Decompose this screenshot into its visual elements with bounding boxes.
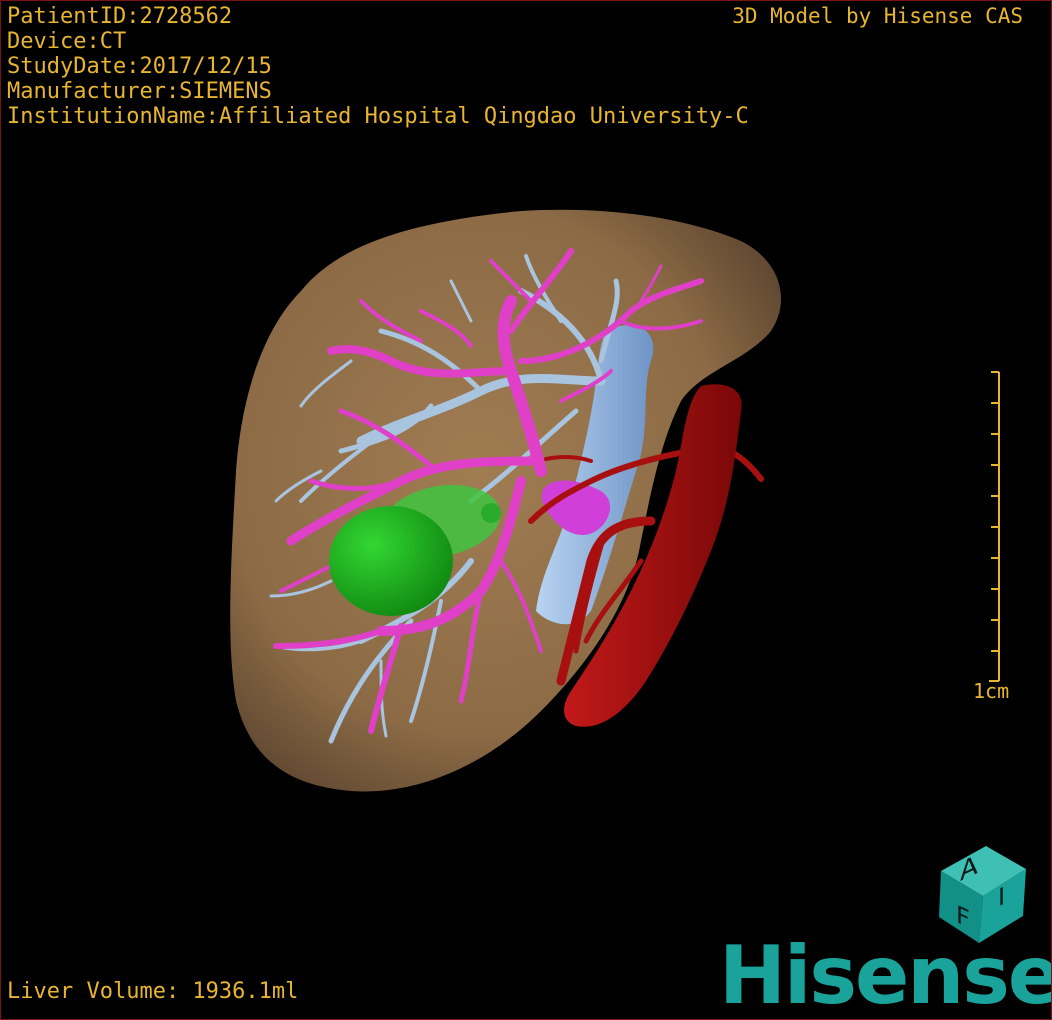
study-date: StudyDate:2017/12/15 bbox=[7, 54, 272, 79]
scale-bar-label: 1cm bbox=[973, 679, 1010, 703]
manufacturer: Manufacturer:SIEMENS bbox=[7, 79, 272, 104]
3d-viewport[interactable]: PatientID:2728562 Device:CT StudyDate:2017… bbox=[0, 0, 1052, 1020]
study-info-panel: PatientID:2728562 Device:CT StudyDate:2017… bbox=[7, 4, 749, 129]
scale-bar bbox=[989, 371, 1000, 682]
model-credit: 3D Model by Hisense CAS bbox=[732, 4, 1023, 28]
patient-id: PatientID:2728562 bbox=[7, 4, 233, 29]
liver-3d-model[interactable] bbox=[1, 1, 1052, 1020]
institution-name: InstitutionName:Affiliated Hospital Qing… bbox=[7, 104, 749, 129]
hisense-wordmark: Hisense bbox=[719, 929, 1052, 1020]
device: Device:CT bbox=[7, 29, 127, 54]
cube-letter-i: I bbox=[998, 881, 1006, 913]
liver-volume: Liver Volume: 1936.1ml bbox=[7, 979, 299, 1004]
